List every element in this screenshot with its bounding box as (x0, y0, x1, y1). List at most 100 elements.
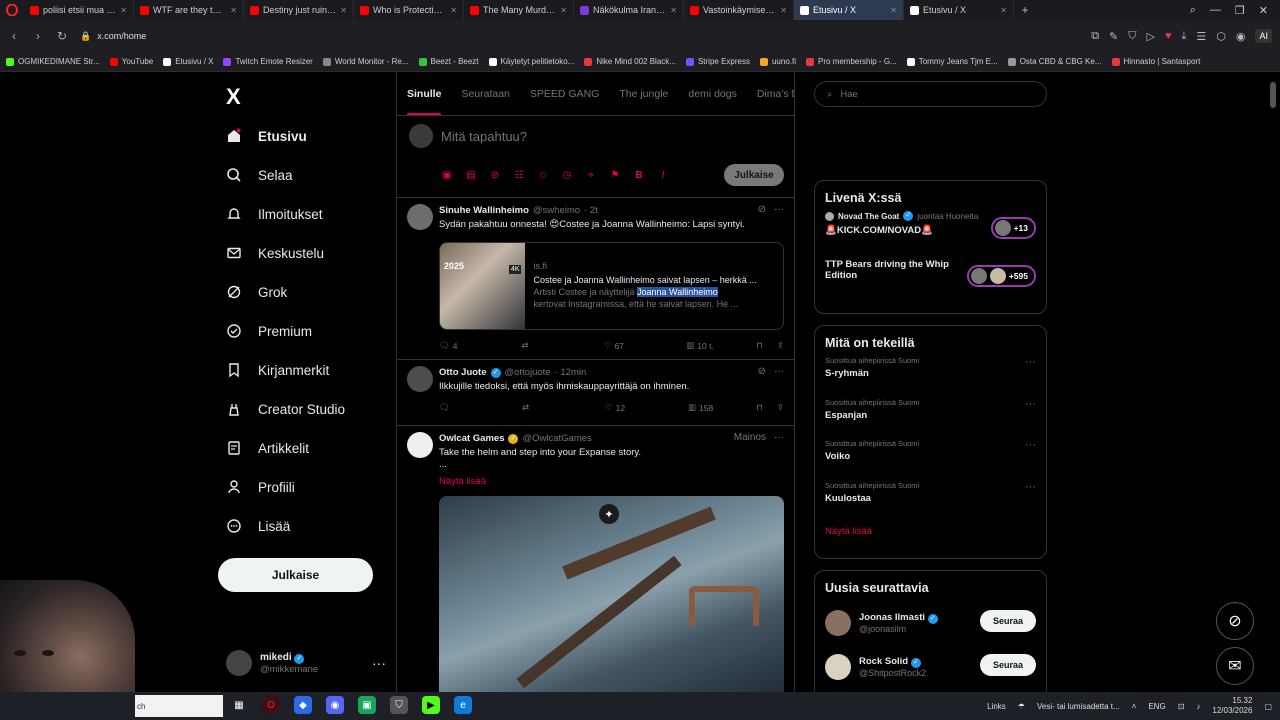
trend-item[interactable]: Suosittua aihepiirissä Suomi Voiko ··· (815, 439, 1046, 481)
opera-taskbar-icon[interactable]: O (262, 696, 280, 714)
volume-icon[interactable]: ♪ (1196, 702, 1200, 711)
maximize-button[interactable]: ❐ (1235, 4, 1245, 17)
browser-tab[interactable]: WTF are they thinking? - Y ✕ (134, 0, 244, 20)
views-button[interactable]: ▥ 158 (688, 402, 713, 413)
more-options-icon[interactable]: ··· (372, 655, 386, 671)
opera-logo-icon[interactable] (0, 0, 24, 20)
ai-button[interactable]: AI (1255, 29, 1272, 43)
close-tab-icon[interactable]: ✕ (1000, 6, 1007, 15)
edge-taskbar-icon[interactable]: e (454, 696, 472, 714)
gif-icon[interactable]: ▤ (465, 170, 477, 181)
x-logo-icon[interactable]: X (226, 84, 241, 110)
reply-button[interactable]: 🗨 4 (439, 340, 479, 351)
follow-button[interactable]: Seuraa (980, 654, 1036, 676)
follow-suggestion[interactable]: Rock Solid ✓ @ShitpostRock2 Seuraa (815, 645, 1046, 689)
nav-articles[interactable]: Artikkelit (226, 436, 309, 460)
nav-premium[interactable]: Premium (226, 319, 312, 343)
language-indicator[interactable]: ENG (1148, 702, 1165, 711)
nav-bookmarks[interactable]: Kirjanmerkit (226, 358, 329, 382)
browser-tab[interactable]: Näkökulma Iranin tapaht ✕ (574, 0, 684, 20)
bookmark-item[interactable]: Tommy Jeans Tjm E... (906, 57, 998, 66)
nav-explore[interactable]: Selaa (226, 163, 293, 187)
avatar[interactable] (407, 204, 433, 230)
author-name[interactable]: Owlcat Games (439, 433, 504, 444)
discord-taskbar-icon[interactable]: ◉ (326, 696, 344, 714)
more-options-icon[interactable]: ··· (774, 366, 784, 377)
trend-item[interactable]: Suosittua aihepiirissä Suomi Espanjan ··… (815, 398, 1046, 440)
nav-notifications[interactable]: Ilmoitukset (226, 202, 323, 226)
bookmark-item[interactable]: Twitch Emote Resizer (223, 57, 313, 66)
weather-text[interactable]: Vesi- tai lumisadetta t... (1037, 702, 1120, 711)
schedule-icon[interactable]: ◷ (561, 170, 573, 181)
tab-for-you[interactable]: Sinulle (407, 88, 442, 115)
network-icon[interactable]: ⊡ (1178, 702, 1185, 711)
menu-icon[interactable]: ☰ (1196, 30, 1206, 43)
reload-icon[interactable]: ↻ (56, 29, 68, 43)
author-name[interactable]: Sinuhe Wallinheimo (439, 205, 529, 216)
taskbar-search[interactable]: ch (135, 695, 223, 717)
compose-input[interactable]: Mitä tapahtuu? (441, 129, 527, 144)
bookmark-item[interactable]: YouTube (109, 57, 153, 66)
tweet-time[interactable]: · 12min (555, 367, 587, 378)
bookmark-item[interactable]: Osta CBD & CBG Ke... (1007, 57, 1102, 66)
more-options-icon[interactable]: ··· (1025, 398, 1036, 410)
like-button[interactable]: ♡ 67 (604, 340, 644, 351)
shield-taskbar-icon[interactable]: ⛉ (390, 696, 408, 714)
bookmark-item[interactable]: Pro membership - G... (806, 57, 897, 66)
avatar[interactable] (407, 366, 433, 392)
author-handle[interactable]: @OwlcatGames (522, 433, 591, 444)
bookmark-item[interactable]: Stripe Express (685, 57, 750, 66)
profile-icon[interactable]: ◉ (1236, 30, 1246, 43)
back-icon[interactable]: ‹ (8, 29, 20, 43)
promoted-tweet[interactable]: Owlcat Games ✓ @OwlcatGames Mainos ··· T… (397, 426, 794, 692)
browser-tab[interactable]: poliisi etsii mua - YouTube ✕ (24, 0, 134, 20)
trend-item[interactable]: Suosittua aihepiirissä Suomi Kuulostaa ·… (815, 481, 1046, 523)
more-options-icon[interactable]: ··· (774, 432, 784, 443)
app-taskbar-icon[interactable]: ◆ (294, 696, 312, 714)
bookmark-item[interactable]: uuno.fi (759, 57, 796, 66)
nav-messages[interactable]: Keskustelu (226, 241, 324, 265)
close-tab-icon[interactable]: ✕ (230, 6, 237, 15)
grok-fab-icon[interactable]: ⊘ (1216, 602, 1254, 640)
live-item[interactable]: TTP Bears driving the Whip Edition +595 (815, 259, 1046, 307)
close-tab-icon[interactable]: ✕ (890, 6, 897, 15)
grok-icon[interactable]: ⊘ (758, 204, 766, 215)
nav-grok[interactable]: Grok (226, 280, 287, 304)
trend-item[interactable]: Suosittua aihepiirissä Suomi S-ryhmän ··… (815, 356, 1046, 398)
chevron-up-icon[interactable]: ˄ (1132, 702, 1137, 711)
edit-icon[interactable]: ✎ (1109, 30, 1118, 43)
browser-tab[interactable]: The Many Murders of Jeffr✕ (464, 0, 574, 20)
bookmark-item[interactable]: Beezt - Beezt (418, 57, 479, 66)
close-tab-icon[interactable]: ✕ (670, 6, 677, 15)
notifications-icon[interactable]: ▢ (1264, 702, 1272, 711)
minimize-button[interactable]: — (1210, 4, 1221, 17)
tweet[interactable]: Otto Juote ✓ @ottojuote · 12min ⊘ ··· Il… (397, 360, 794, 426)
close-tab-icon[interactable]: ✕ (780, 6, 787, 15)
tweet[interactable]: Sinuhe Wallinheimo @swheimo · 2t ⊘ ··· S… (397, 198, 794, 360)
tab-following[interactable]: Seurataan (461, 88, 509, 100)
show-more-link[interactable]: Näytä lisää (439, 476, 486, 487)
emoji-icon[interactable]: ☺ (537, 170, 549, 181)
url-field[interactable]: 🔒 x.com/home (80, 31, 146, 42)
grok-media-icon[interactable]: ✦ (599, 504, 619, 524)
repost-button[interactable]: ⇄ (522, 402, 562, 413)
author-name[interactable]: Otto Juote (439, 367, 487, 378)
post-button[interactable]: Julkaise (218, 558, 373, 592)
forward-icon[interactable]: › (32, 29, 44, 43)
tab-dimas-dist[interactable]: Dima's Dist (757, 88, 794, 100)
tab-speed-gang[interactable]: SPEED GANG (530, 88, 599, 100)
poll-icon[interactable]: ☷ (513, 170, 525, 181)
nav-profile[interactable]: Profiili (226, 475, 295, 499)
compose-post-button[interactable]: Julkaise (724, 164, 784, 186)
search-input[interactable]: ⌕ Hae (814, 81, 1047, 107)
close-tab-icon[interactable]: ✕ (120, 6, 127, 15)
bookmark-item[interactable]: OGMIKEDIMANE Str... (6, 57, 100, 66)
repost-button[interactable]: ⇄ (521, 340, 561, 351)
bookmark-button[interactable]: ⊓ (756, 402, 763, 413)
scrollbar[interactable] (1270, 82, 1276, 108)
bookmark-item[interactable]: Nike Mind 002 Black... (584, 57, 676, 66)
browser-tab[interactable]: Vastoinkäymiset, UFC-uni ✕ (684, 0, 794, 20)
browser-tab[interactable]: Etusivu / X ✕ (904, 0, 1014, 20)
account-switcher[interactable]: mikedi ✓ @mikkemane ··· (226, 650, 386, 676)
follow-suggestion[interactable]: Joonas Ilmasti ✓ @joonasilm Seuraa (815, 601, 1046, 645)
